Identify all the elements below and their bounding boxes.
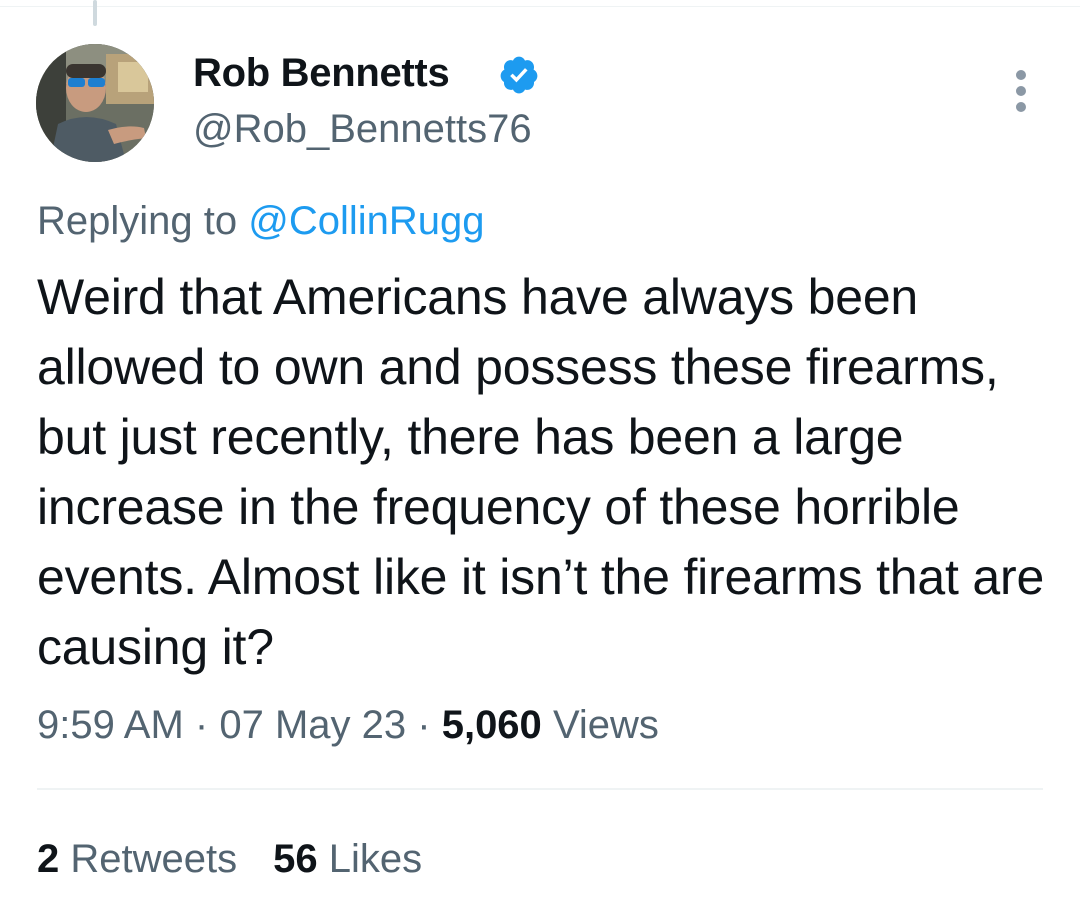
author-display-name[interactable]: Rob Bennetts (193, 48, 450, 98)
views-label: Views (552, 703, 659, 747)
retweets-label: Retweets (70, 837, 238, 881)
reply-mention-link[interactable]: @CollinRugg (248, 199, 484, 243)
tweet-meta: 9:59 AM · 07 May 23 · 5,060 Views (37, 700, 659, 750)
replying-to-label: Replying to (37, 199, 238, 243)
avatar[interactable] (36, 44, 154, 162)
thread-connector-line (93, 0, 97, 26)
tweet-time[interactable]: 9:59 AM (37, 703, 184, 747)
views-count: 5,060 (441, 703, 542, 747)
stats-divider (37, 788, 1043, 790)
verified-badge-icon (500, 56, 538, 94)
author-handle[interactable]: @Rob_Bennetts76 (193, 104, 532, 154)
engagement-stats: 2 Retweets 56 Likes (37, 834, 422, 884)
tweet-text: Weird that Americans have always been al… (37, 269, 1045, 675)
tweet-date[interactable]: 07 May 23 (219, 703, 406, 747)
retweets-stat[interactable]: 2 Retweets (37, 837, 237, 881)
meta-separator: · (417, 703, 431, 747)
retweets-count: 2 (37, 837, 60, 881)
more-options-icon[interactable] (1008, 70, 1034, 114)
top-divider (0, 6, 1080, 7)
meta-separator: · (194, 703, 209, 747)
reply-context: Replying to @CollinRugg (37, 196, 485, 246)
likes-label: Likes (328, 837, 423, 881)
likes-count: 56 (273, 837, 318, 881)
likes-stat[interactable]: 56 Likes (273, 837, 422, 881)
